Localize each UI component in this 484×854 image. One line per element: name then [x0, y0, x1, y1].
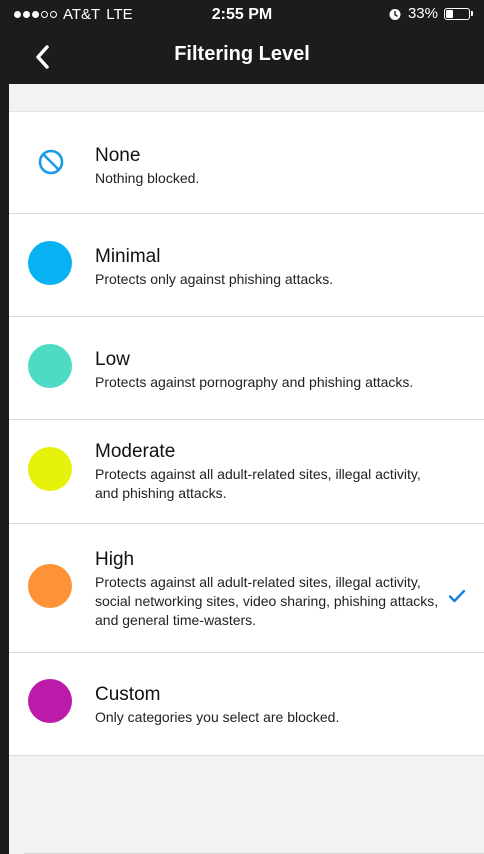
level-text: Custom Only categories you select are blo…: [95, 683, 444, 727]
level-description: Protects against pornography and phishin…: [95, 374, 414, 390]
level-title: None: [95, 145, 141, 166]
level-color-low-icon: [28, 344, 72, 388]
battery-percent: 33%: [407, 5, 438, 22]
alarm-icon: [389, 8, 401, 20]
level-text: High Protects against all adult-related s…: [95, 548, 444, 630]
level-option-none[interactable]: None Nothing blocked.: [9, 112, 484, 214]
level-text: Minimal Protects only against phishing at…: [95, 245, 444, 289]
app-screen: AT&T LTE 2:55 PM 33% Filtering Level Non…: [0, 0, 484, 854]
status-bar: AT&T LTE 2:55 PM 33%: [0, 0, 484, 30]
level-option-low[interactable]: Low Protects against pornography and phis…: [9, 317, 484, 420]
status-right: 33%: [388, 5, 473, 22]
level-title: High: [95, 549, 135, 570]
filtering-level-list: None Nothing blocked. Minimal Protects only…: [9, 111, 484, 756]
level-title: Moderate: [95, 441, 176, 462]
page-title: Filtering Level: [174, 43, 310, 65]
level-option-moderate[interactable]: Moderate Protects against all adult-relat…: [9, 420, 484, 524]
battery-icon: [444, 7, 473, 20]
level-description: Protects against all adult-related sites…: [95, 466, 421, 501]
level-color-minimal-icon: [28, 241, 72, 285]
level-description: Protects against all adult-related sites…: [95, 574, 439, 628]
level-title: Custom: [95, 684, 161, 705]
level-option-high[interactable]: High Protects against all adult-related s…: [9, 524, 484, 653]
checkmark-icon: [448, 589, 466, 603]
level-description: Nothing blocked.: [95, 170, 200, 186]
level-description: Only categories you select are blocked.: [95, 709, 340, 725]
level-option-custom[interactable]: Custom Only categories you select are blo…: [9, 653, 484, 756]
level-color-custom-icon: [28, 679, 72, 723]
battery-fill: [446, 9, 453, 18]
level-text: None Nothing blocked.: [95, 144, 444, 188]
level-text: Low Protects against pornography and phis…: [95, 348, 444, 392]
level-description: Protects only against phishing attacks.: [95, 271, 334, 287]
left-edge: [0, 0, 9, 854]
header: AT&T LTE 2:55 PM 33% Filtering Level: [0, 0, 484, 84]
level-text: Moderate Protects against all adult-relat…: [95, 440, 444, 503]
level-title: Minimal: [95, 246, 161, 267]
level-color-high-icon: [28, 564, 72, 608]
level-color-moderate-icon: [28, 447, 72, 491]
level-option-minimal[interactable]: Minimal Protects only against phishing at…: [9, 214, 484, 317]
no-entry-icon: [38, 149, 64, 175]
nav-bar: Filtering Level: [0, 34, 484, 80]
level-title: Low: [95, 349, 130, 370]
